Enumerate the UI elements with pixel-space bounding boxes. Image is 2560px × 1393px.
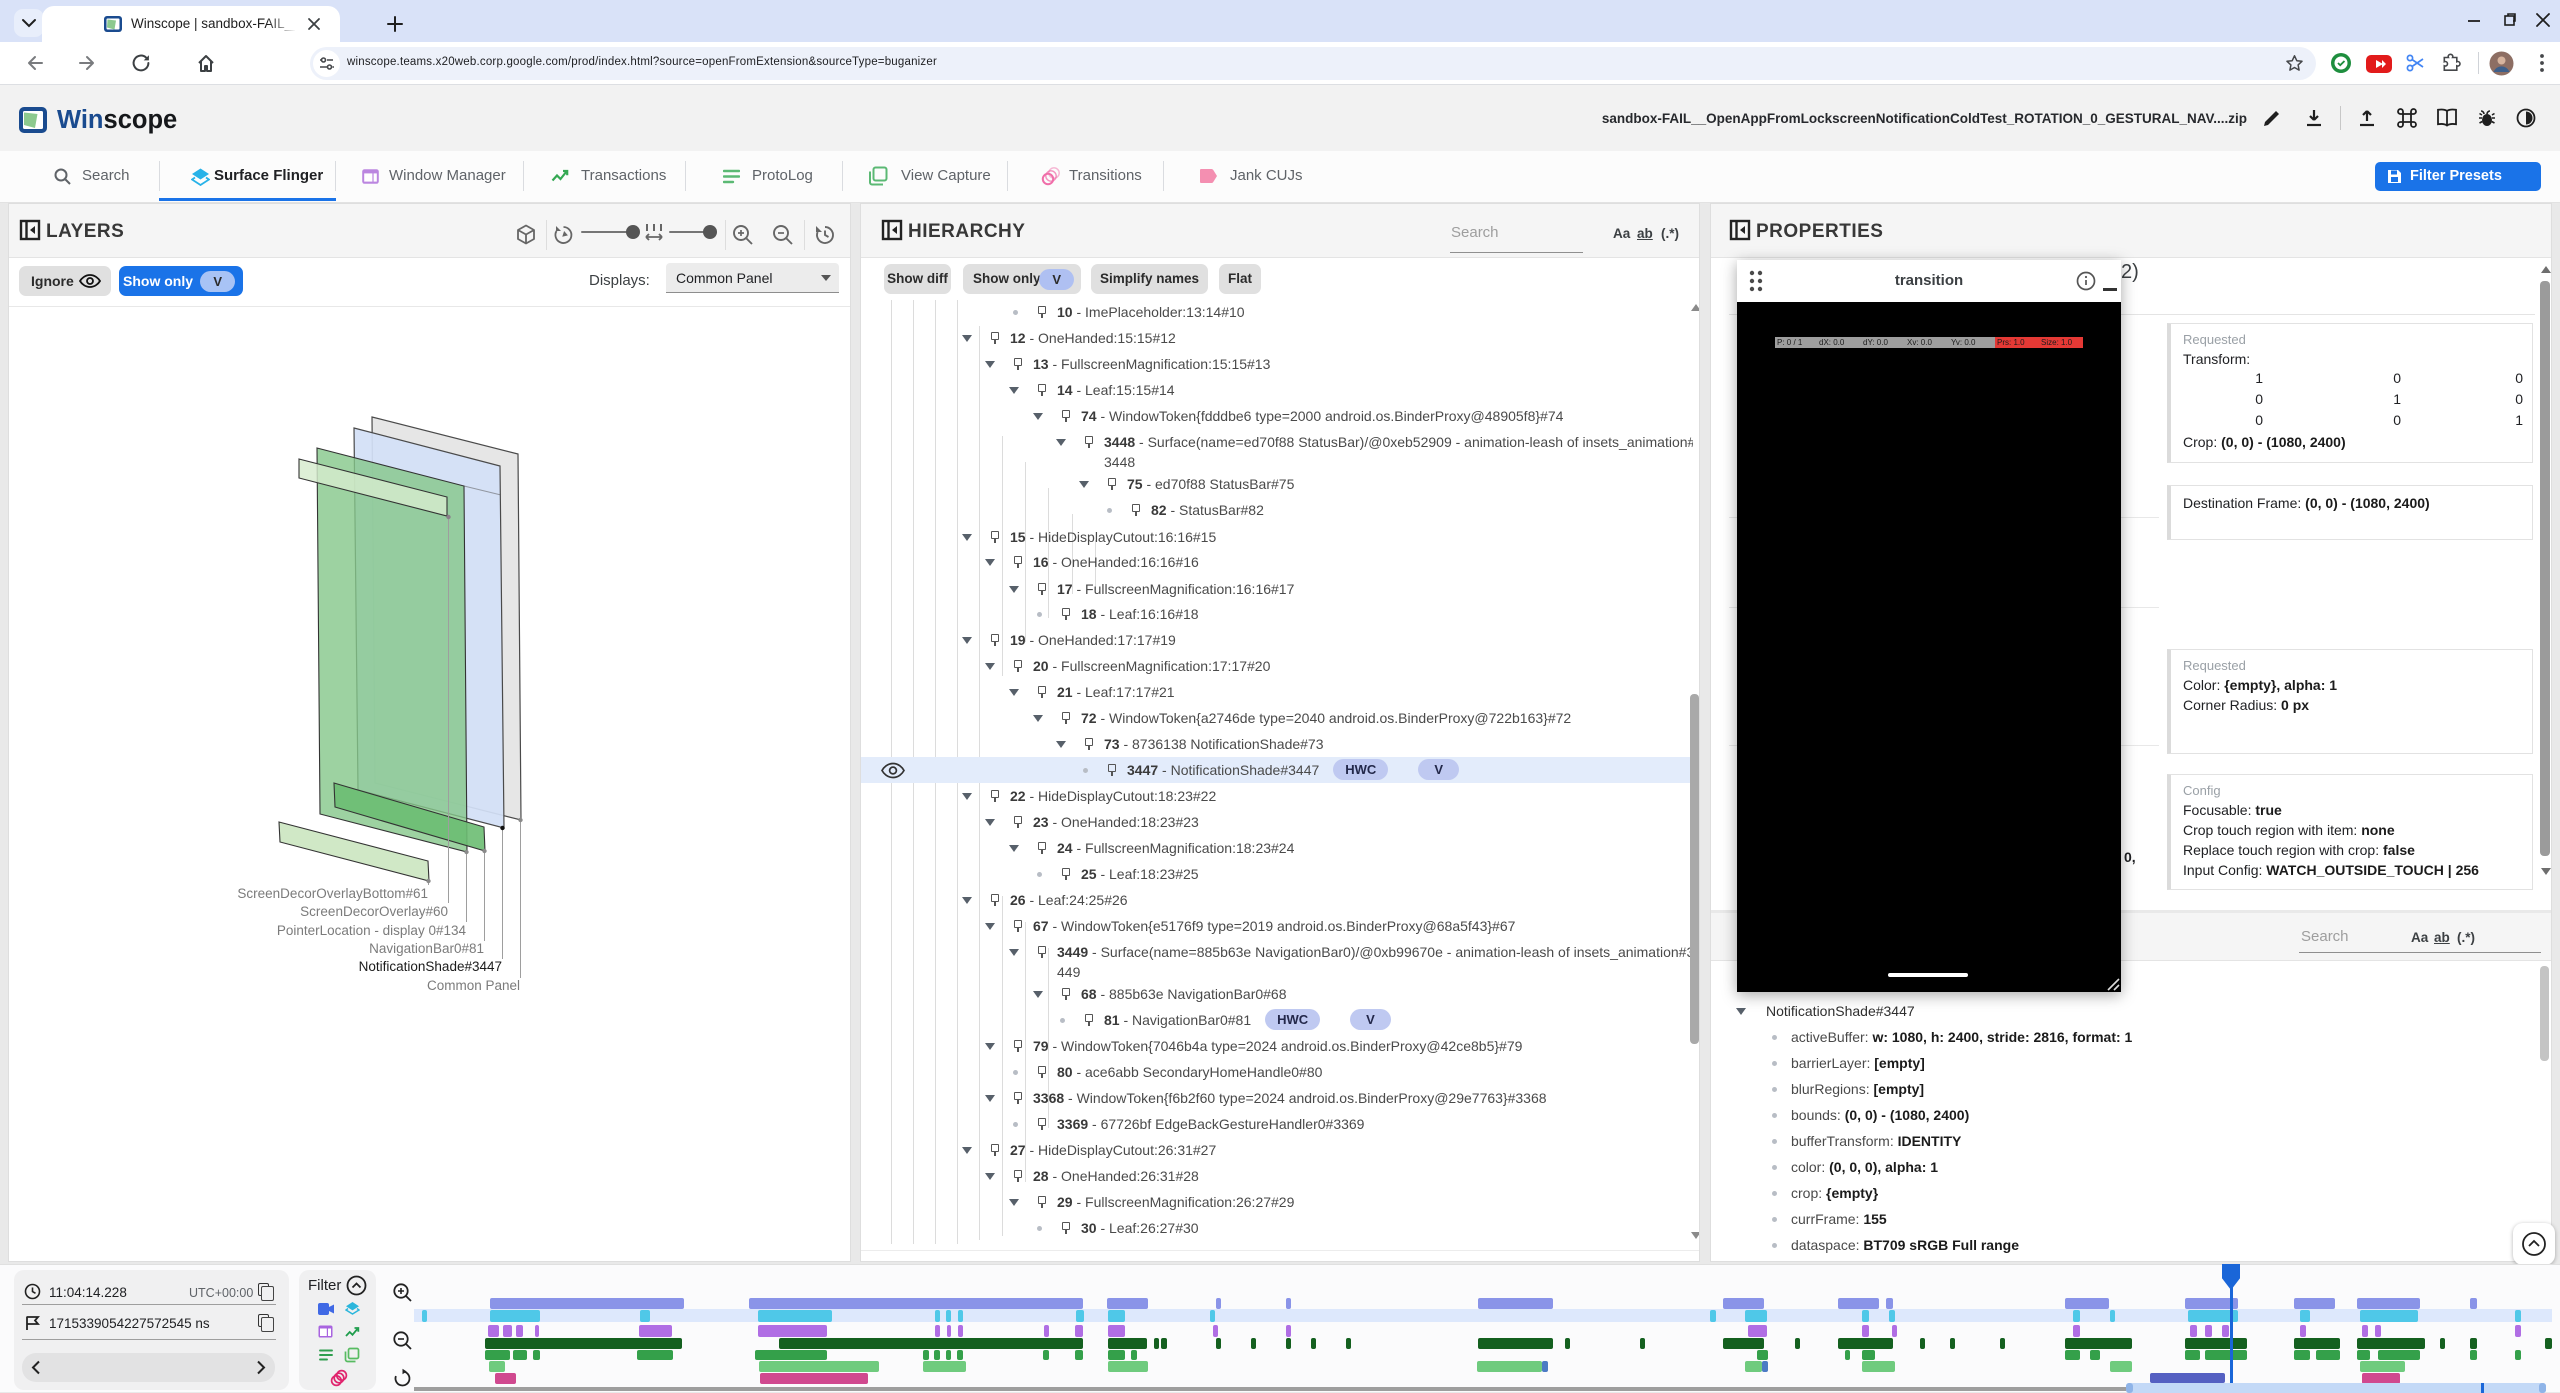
svg-text:PointerLocation - display 0#13: PointerLocation - display 0#134 bbox=[277, 923, 467, 938]
svg-text:ScreenDecorOverlayBottom#61: ScreenDecorOverlayBottom#61 bbox=[237, 886, 428, 901]
svg-text:ScreenDecorOverlay#60: ScreenDecorOverlay#60 bbox=[300, 904, 448, 919]
svg-text:NotificationShade#3447: NotificationShade#3447 bbox=[359, 959, 502, 974]
svg-text:NavigationBar0#81: NavigationBar0#81 bbox=[369, 941, 484, 956]
svg-text:Common Panel: Common Panel bbox=[427, 978, 520, 993]
